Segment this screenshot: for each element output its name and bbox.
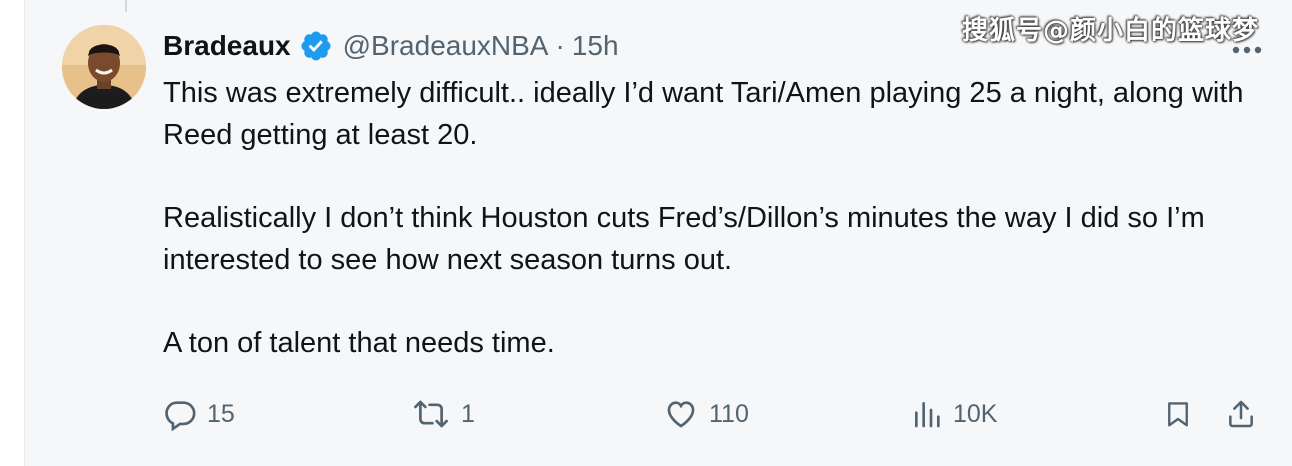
share-button[interactable]	[1225, 394, 1257, 434]
reply-icon	[163, 397, 197, 431]
reply-count: 15	[207, 399, 235, 428]
avatar[interactable]	[62, 25, 146, 109]
timestamp[interactable]: 15h	[572, 30, 619, 62]
bookmark-icon	[1163, 397, 1193, 431]
bookmark-button[interactable]	[1163, 394, 1193, 434]
more-icon[interactable]	[1231, 42, 1263, 54]
tweet-header: Bradeaux @BradeauxNBA · 15h	[163, 24, 619, 68]
display-name[interactable]: Bradeaux	[163, 30, 291, 62]
retweet-icon	[411, 397, 451, 431]
watermark: 搜狐号@颜小白的篮球梦	[961, 16, 1259, 46]
reply-button[interactable]: 15	[163, 394, 235, 434]
verified-badge-icon	[299, 29, 333, 63]
share-icon	[1225, 397, 1257, 431]
tweet-text: This was extremely difficult.. ideally I…	[163, 72, 1273, 405]
action-bar: 15 1 110 10K	[163, 394, 1263, 434]
views-icon	[911, 397, 943, 431]
views-count: 10K	[953, 399, 998, 428]
tweet-card: Bradeaux @BradeauxNBA · 15h 搜狐号@颜小白的篮球梦 …	[24, 0, 1292, 466]
like-icon	[663, 397, 699, 431]
tweet-paragraph: A ton of talent that needs time.	[163, 327, 555, 359]
tweet-paragraph: Realistically I don’t think Houston cuts…	[163, 202, 1205, 276]
tweet-paragraph: This was extremely difficult.. ideally I…	[163, 77, 1244, 151]
handle[interactable]: @BradeauxNBA	[343, 30, 549, 62]
separator-dot: ·	[555, 30, 565, 61]
like-count: 110	[709, 399, 749, 428]
retweet-button[interactable]: 1	[411, 394, 475, 434]
like-button[interactable]: 110	[663, 394, 749, 434]
retweet-count: 1	[461, 399, 475, 428]
avatar-image	[62, 25, 146, 109]
thread-line	[125, 0, 127, 12]
views-button[interactable]: 10K	[911, 394, 997, 434]
